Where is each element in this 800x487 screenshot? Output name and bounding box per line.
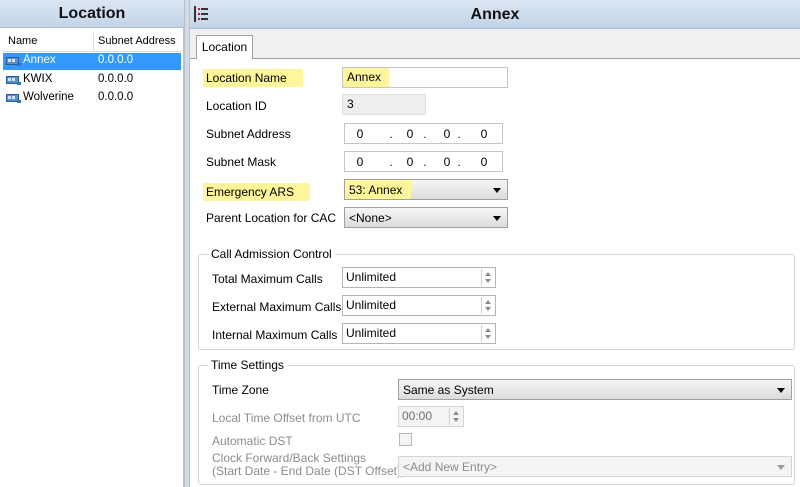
automatic-dst-checkbox[interactable]	[399, 433, 412, 446]
emergency-ars-value: 53: Annex	[349, 183, 403, 197]
ip-dot: .	[389, 155, 393, 169]
spin-up-icon[interactable]	[485, 328, 491, 332]
clock-settings-label-line2: (Start Date - End Date (DST Offset))	[212, 464, 405, 478]
ip-dot: .	[457, 127, 461, 141]
location-details-panel: Annex Location Location Name Annex Locat…	[190, 0, 800, 487]
spin-up-icon[interactable]	[453, 411, 459, 415]
chevron-down-icon[interactable]	[777, 465, 785, 470]
list-item-name: KWIX	[23, 73, 53, 85]
spin-down-icon[interactable]	[485, 307, 491, 311]
automatic-dst-label: Automatic DST	[212, 434, 293, 448]
location-name-label: Location Name	[203, 69, 303, 87]
spinner-buttons[interactable]	[481, 269, 494, 286]
list-item-name: Annex	[23, 54, 56, 66]
chevron-down-icon[interactable]	[493, 188, 501, 193]
spinner-buttons[interactable]	[481, 325, 494, 342]
details-title: Annex	[190, 0, 800, 29]
location-name-value: Annex	[347, 70, 382, 84]
list-item-name: Wolverine	[23, 91, 74, 103]
external-max-calls-value: Unlimited	[346, 298, 397, 312]
location-id-label: Location ID	[206, 99, 267, 113]
total-max-calls-spinner[interactable]: Unlimited	[342, 267, 496, 288]
ip-octet[interactable]: 0	[477, 155, 491, 169]
chevron-down-icon[interactable]	[493, 216, 501, 221]
local-offset-value: 00:00	[402, 409, 433, 423]
location-icon	[6, 76, 21, 85]
total-max-calls-label: Total Maximum Calls	[212, 272, 323, 286]
local-offset-label: Local Time Offset from UTC	[212, 411, 361, 425]
spin-down-icon[interactable]	[485, 279, 491, 283]
total-max-calls-value: Unlimited	[346, 270, 397, 284]
emergency-ars-dropdown[interactable]: 53: Annex	[344, 179, 508, 200]
location-id-field: 3	[342, 94, 426, 115]
details-title-text: Annex	[470, 6, 520, 23]
subnet-mask-label: Subnet Mask	[206, 155, 277, 169]
emergency-ars-label: Emergency ARS	[203, 183, 311, 201]
spin-down-icon[interactable]	[453, 418, 459, 422]
spinner-buttons[interactable]	[481, 297, 494, 314]
clock-settings-value: <Add New Entry>	[403, 460, 498, 474]
list-item-kwix[interactable]: KWIX 0.0.0.0	[3, 72, 181, 89]
external-max-calls-spinner[interactable]: Unlimited	[342, 295, 496, 316]
list-item-subnet: 0.0.0.0	[98, 91, 134, 103]
parent-location-label: Parent Location for CAC	[206, 211, 337, 225]
tab-location[interactable]: Location	[196, 35, 253, 59]
location-id-value: 3	[347, 97, 354, 111]
spinner-buttons[interactable]	[449, 408, 462, 425]
ip-octet[interactable]: 0	[353, 155, 367, 169]
spin-down-icon[interactable]	[485, 335, 491, 339]
subnet-address-label: Subnet Address	[206, 127, 291, 141]
list-header: Name Subnet Address	[2, 33, 182, 52]
list-menu-icon[interactable]	[194, 6, 208, 22]
list-item-subnet: 0.0.0.0	[98, 54, 134, 66]
parent-location-dropdown[interactable]: <None>	[344, 207, 508, 228]
location-icon	[6, 94, 21, 103]
spin-up-icon[interactable]	[485, 300, 491, 304]
chevron-down-icon[interactable]	[777, 388, 785, 393]
subnet-mask-field[interactable]: 0 . 0 . 0 . 0	[344, 151, 503, 172]
ip-octet[interactable]: 0	[403, 155, 417, 169]
ip-dot: .	[423, 127, 427, 141]
spin-up-icon[interactable]	[485, 272, 491, 276]
local-offset-spinner[interactable]: 00:00	[398, 406, 464, 427]
list-item-annex[interactable]: Annex 0.0.0.0	[3, 53, 181, 70]
time-zone-label: Time Zone	[212, 383, 269, 397]
location-name-field[interactable]: Annex	[342, 67, 508, 88]
ip-dot: .	[457, 155, 461, 169]
list-item-subnet: 0.0.0.0	[98, 73, 134, 85]
clock-settings-dropdown[interactable]: <Add New Entry>	[398, 456, 792, 477]
column-header-name[interactable]: Name	[8, 35, 37, 47]
location-list-panel: Location Name Subnet Address Annex 0.0.0…	[0, 0, 184, 487]
time-settings-title: Time Settings	[208, 358, 287, 372]
ip-octet[interactable]: 0	[440, 127, 454, 141]
internal-max-calls-spinner[interactable]: Unlimited	[342, 323, 496, 344]
time-zone-dropdown[interactable]: Same as System	[398, 379, 792, 400]
subnet-address-field[interactable]: 0 . 0 . 0 . 0	[344, 123, 503, 144]
internal-max-calls-label: Internal Maximum Calls	[212, 328, 338, 342]
ip-octet[interactable]: 0	[353, 127, 367, 141]
time-zone-value: Same as System	[403, 383, 494, 397]
clock-settings-label: Clock Forward/Back Settings (Start Date …	[212, 452, 405, 478]
panel-title: Location	[0, 0, 184, 28]
external-max-calls-label: External Maximum Calls	[212, 300, 342, 314]
internal-max-calls-value: Unlimited	[346, 326, 397, 340]
column-header-subnet[interactable]: Subnet Address	[98, 35, 176, 47]
list-item-wolverine[interactable]: Wolverine 0.0.0.0	[3, 90, 181, 107]
tab-content: Location Name Annex Location ID 3 Subnet…	[190, 59, 800, 487]
parent-location-value: <None>	[349, 211, 392, 225]
column-divider[interactable]	[93, 33, 94, 51]
ip-dot: .	[389, 127, 393, 141]
ip-octet[interactable]: 0	[477, 127, 491, 141]
ip-dot: .	[423, 155, 427, 169]
location-icon	[6, 57, 21, 66]
ip-octet[interactable]: 0	[440, 155, 454, 169]
ip-octet[interactable]: 0	[403, 127, 417, 141]
call-admission-title: Call Admission Control	[208, 247, 335, 261]
